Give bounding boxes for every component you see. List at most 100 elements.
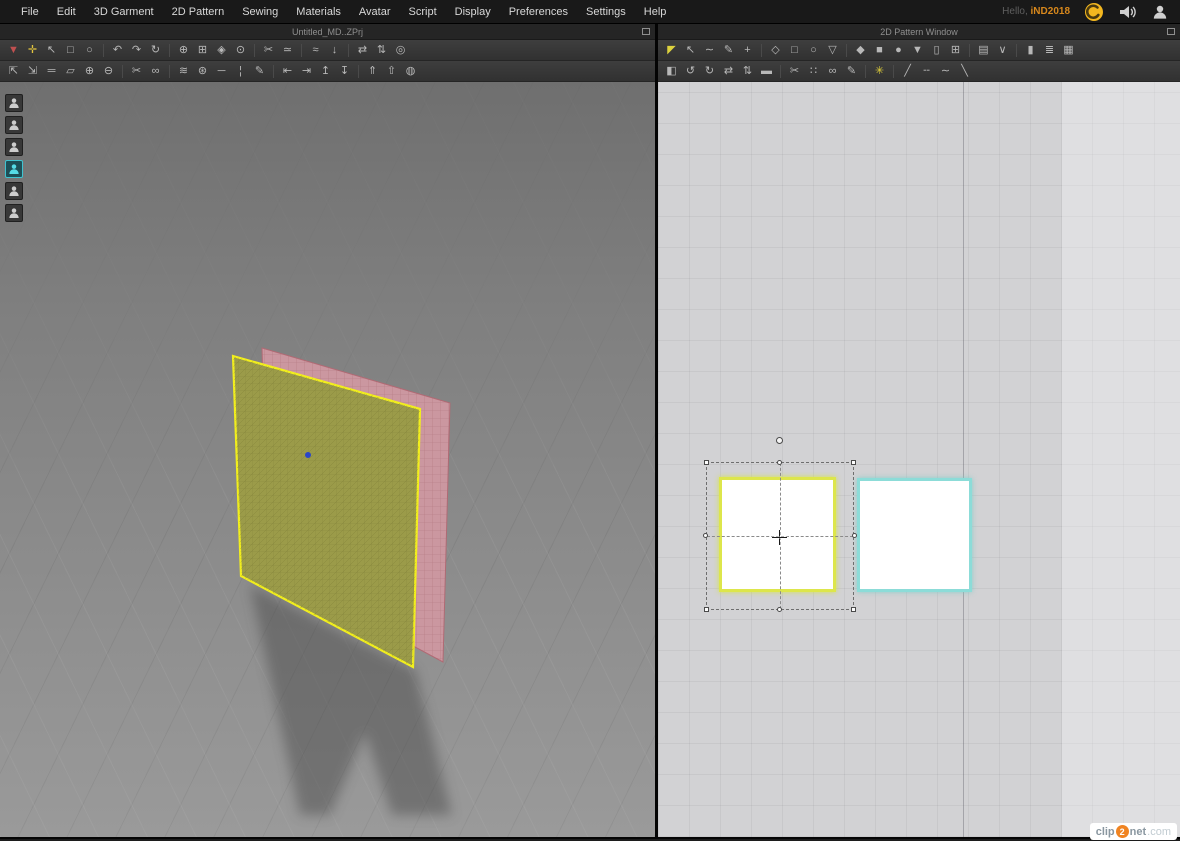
sewing-scissors-tool[interactable]: ✂ [128, 63, 145, 80]
edit-curve-point-tool[interactable]: ✎ [720, 42, 737, 59]
rotate-handle[interactable] [776, 437, 783, 444]
menu-script[interactable]: Script [400, 0, 446, 24]
inner-rectangle-tool[interactable]: ■ [871, 42, 888, 59]
undo-button[interactable]: ↶ [109, 42, 126, 59]
lift-garment-button[interactable]: ⇧ [383, 63, 400, 80]
menu-2d-pattern[interactable]: 2D Pattern [163, 0, 234, 24]
align-bottom-button[interactable]: ↧ [336, 63, 353, 80]
avatar-gizmo-tool[interactable]: ⇱ [5, 63, 22, 80]
inner-circle-tool[interactable]: ● [890, 42, 907, 59]
pin-move-tool[interactable]: ✛ [24, 42, 41, 59]
menu-preferences[interactable]: Preferences [500, 0, 577, 24]
align-left-button[interactable]: ⇤ [279, 63, 296, 80]
fold-arrangement-tool[interactable]: ◈ [213, 42, 230, 59]
lasso-select-tool[interactable]: ○ [81, 42, 98, 59]
license-badge-icon[interactable] [1084, 2, 1104, 22]
rotate-ccw-tool[interactable]: ↺ [682, 63, 699, 80]
edit-curvature-tool[interactable]: ∼ [701, 42, 718, 59]
updown-sync-toggle[interactable]: ⇅ [373, 42, 390, 59]
menu-3d-garment[interactable]: 3D Garment [85, 0, 163, 24]
pin-point[interactable] [305, 452, 311, 458]
thermometer-tool[interactable]: ¦ [232, 63, 249, 80]
solidify-brush-tool[interactable]: ⊛ [194, 63, 211, 80]
transform-pattern-tool[interactable]: ◤ [663, 42, 680, 59]
float-window-icon[interactable] [642, 28, 650, 35]
account-icon[interactable] [1152, 4, 1168, 20]
pin-remove-tool[interactable]: ⊖ [100, 63, 117, 80]
2d-pattern-viewport[interactable] [658, 82, 1180, 837]
menu-help[interactable]: Help [635, 0, 676, 24]
show-hair-toggle[interactable] [5, 116, 23, 134]
redo-button[interactable]: ↷ [128, 42, 145, 59]
edit-pattern-tool[interactable]: ↖ [682, 42, 699, 59]
polygon-tool[interactable]: ◇ [767, 42, 784, 59]
raise-garment-button[interactable]: ⇑ [364, 63, 381, 80]
inner-polygon-tool[interactable]: ◆ [852, 42, 869, 59]
world-axis-toggle[interactable]: ◎ [392, 42, 409, 59]
resize-handle-top-right[interactable] [851, 460, 856, 465]
steam-brush-tool[interactable]: ≋ [175, 63, 192, 80]
float-window-icon[interactable] [1167, 28, 1175, 35]
rectangle-select-tool[interactable]: □ [62, 42, 79, 59]
menu-display[interactable]: Display [446, 0, 500, 24]
sew-segment-tool[interactable]: ∷ [805, 63, 822, 80]
menu-sewing[interactable]: Sewing [233, 0, 287, 24]
menu-edit[interactable]: Edit [48, 0, 85, 24]
simulate-button[interactable]: ▼ [5, 42, 22, 59]
trace-tool[interactable]: ⊞ [947, 42, 964, 59]
resize-handle-bottom-left[interactable] [704, 607, 709, 612]
notch-tool[interactable]: ∨ [994, 42, 1011, 59]
style-dropper-tool[interactable]: ✎ [251, 63, 268, 80]
show-mannequin-toggle[interactable] [5, 204, 23, 222]
show-shoes-toggle[interactable] [5, 138, 23, 156]
resize-handle-middle-right[interactable] [852, 533, 857, 538]
menu-avatar[interactable]: Avatar [350, 0, 400, 24]
reset-arrangement-button[interactable]: ↻ [147, 42, 164, 59]
pin-box-tool[interactable]: ⊞ [194, 42, 211, 59]
sync-toggle[interactable]: ⇄ [354, 42, 371, 59]
circle-tool[interactable]: ○ [805, 42, 822, 59]
resize-handle-top-left[interactable] [704, 460, 709, 465]
add-point-tool[interactable]: + [739, 42, 756, 59]
flip-horizontal-tool[interactable]: ⇄ [720, 63, 737, 80]
select-move-tool[interactable]: ↖ [43, 42, 60, 59]
dashed-line-tool[interactable]: ╌ [918, 63, 935, 80]
texture-tool[interactable]: ▦ [1060, 42, 1077, 59]
inner-dart-tool[interactable]: ▼ [909, 42, 926, 59]
wave-line-tool[interactable]: ∼ [937, 63, 954, 80]
press-tool[interactable]: ▬ [758, 63, 775, 80]
sew-free-tool[interactable]: ✂ [786, 63, 803, 80]
measure-line-tool[interactable]: ─ [213, 63, 230, 80]
grading-tool[interactable]: ▮ [1022, 42, 1039, 59]
avatar-scale-tool[interactable]: ⇲ [24, 63, 41, 80]
resize-handle-bottom-right[interactable] [851, 607, 856, 612]
align-top-button[interactable]: ↥ [317, 63, 334, 80]
tape-measure-tool[interactable]: ═ [43, 63, 60, 80]
show-seam-toggle[interactable]: ✳ [871, 63, 888, 80]
seam-allowance-tool[interactable]: ▤ [975, 42, 992, 59]
rotate-cw-tool[interactable]: ↻ [701, 63, 718, 80]
edit-sewing-tool[interactable]: ✎ [843, 63, 860, 80]
world-view-button[interactable]: ◍ [402, 63, 419, 80]
pattern-piece-2[interactable] [857, 478, 972, 592]
base-line-tool[interactable]: ▯ [928, 42, 945, 59]
resize-handle-top-middle[interactable] [777, 460, 782, 465]
dart-tool[interactable]: ▽ [824, 42, 841, 59]
pin-add-tool[interactable]: ⊕ [81, 63, 98, 80]
tack-on-avatar-tool[interactable]: ⊙ [232, 42, 249, 59]
gravity-tool[interactable]: ↓ [326, 42, 343, 59]
pin-tool[interactable]: ⊕ [175, 42, 192, 59]
resize-handle-bottom-middle[interactable] [777, 607, 782, 612]
unfold-tool[interactable]: ◧ [663, 63, 680, 80]
show-accessory-toggle[interactable] [5, 182, 23, 200]
show-garment-toggle[interactable] [5, 160, 23, 178]
speaker-icon[interactable] [1118, 4, 1138, 20]
sewing-merge-tool[interactable]: ∞ [147, 63, 164, 80]
flatten-tool[interactable]: ▱ [62, 63, 79, 80]
annotation-tool[interactable]: ≣ [1041, 42, 1058, 59]
show-avatar-toggle[interactable] [5, 94, 23, 112]
flip-vertical-tool[interactable]: ⇅ [739, 63, 756, 80]
line-tool[interactable]: ╱ [899, 63, 916, 80]
3d-viewport[interactable] [0, 82, 655, 837]
resize-handle-middle-left[interactable] [703, 533, 708, 538]
